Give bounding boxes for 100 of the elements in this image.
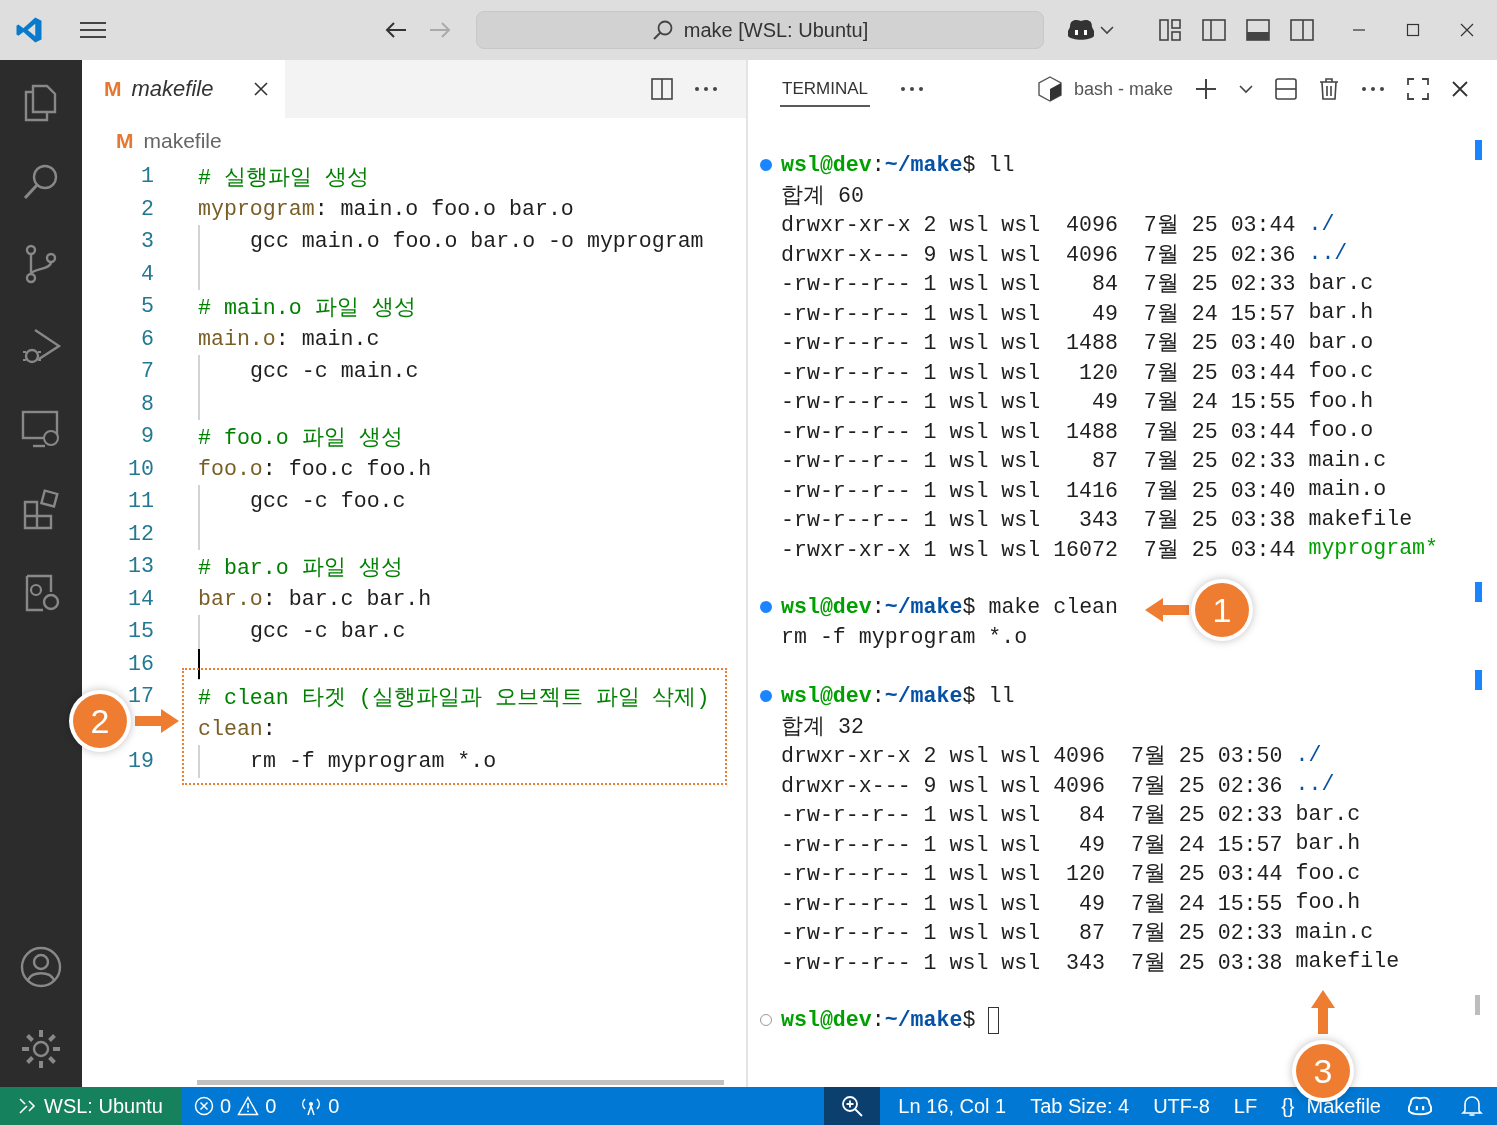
line-number: 12 — [128, 521, 154, 546]
more-icon[interactable] — [1361, 86, 1385, 92]
line-number: 3 — [141, 229, 154, 254]
command-center-search[interactable]: make [WSL: Ubuntu] — [476, 11, 1044, 49]
terminal-name[interactable]: bash - make — [1073, 78, 1173, 100]
file-name: ./ — [1295, 742, 1322, 767]
terminal-output: -rw-r--r-- 1 wsl wsl 1488 7월 25 03:40 — [781, 330, 1296, 357]
add-icon[interactable] — [1195, 78, 1217, 100]
code-comment: # foo.o 파일 생성 — [198, 424, 403, 451]
scrollbar-marker — [1475, 670, 1482, 690]
more-icon[interactable] — [694, 86, 718, 92]
terminal-output: -rwxr-xr-x 1 wsl wsl 16072 7월 25 03:44 — [781, 536, 1296, 563]
terminal-shell-icon — [1037, 76, 1062, 102]
layout-icon[interactable] — [1158, 18, 1182, 42]
terminal-output: -rw-r--r-- 1 wsl wsl 84 7월 25 02:33 — [781, 271, 1296, 298]
terminal-output: drwxr-xr-x 2 wsl wsl 4096 7월 25 03:50 — [781, 743, 1283, 770]
zoom-button[interactable] — [824, 1087, 881, 1125]
terminal-output: -rw-r--r-- 1 wsl wsl 120 7월 25 03:44 — [781, 359, 1296, 386]
code-comment: # main.o 파일 생성 — [198, 294, 416, 321]
scrollbar[interactable] — [197, 1080, 724, 1085]
remote-indicator[interactable]: WSL: Ubuntu — [0, 1087, 182, 1125]
indentation-setting[interactable]: Tab Size: 4 — [1018, 1094, 1142, 1118]
cursor-position[interactable]: Ln 16, Col 1 — [886, 1094, 1019, 1118]
line-number: 2 — [141, 196, 154, 221]
line-number: 15 — [128, 619, 154, 644]
terminal-output: -rw-r--r-- 1 wsl wsl 343 7월 25 03:38 — [781, 507, 1296, 534]
warning-icon — [237, 1096, 260, 1116]
file-name: foo.h — [1308, 388, 1374, 413]
code-comment: # bar.o 파일 생성 — [198, 554, 403, 581]
account-icon[interactable] — [19, 945, 63, 989]
secondary-sidebar-icon[interactable] — [1290, 18, 1314, 42]
makefile-icon: M — [104, 77, 122, 101]
close-icon[interactable] — [1451, 80, 1469, 98]
terminal-output: -rw-r--r-- 1 wsl wsl 84 7월 25 02:33 — [781, 802, 1283, 829]
scrollbar-marker — [1475, 140, 1482, 160]
scrollbar-marker — [1475, 582, 1482, 602]
callout-number: 2 — [73, 694, 127, 748]
code-line: rm -f myprogram *.o — [250, 749, 497, 774]
more-icon[interactable] — [899, 86, 924, 92]
maximize-icon[interactable] — [1406, 23, 1420, 37]
code-line: gcc -c bar.c — [250, 619, 406, 644]
back-arrow-icon[interactable] — [384, 20, 408, 40]
terminal-command: make clean — [988, 595, 1118, 620]
terminal-prompt: wsl@dev:~/make$ — [781, 1008, 976, 1033]
code-line: foo.o: foo.c foo.h — [198, 456, 432, 481]
line-number: 14 — [128, 586, 154, 611]
file-name: bar.c — [1295, 801, 1361, 826]
file-name: makefile — [1308, 506, 1413, 531]
line-number: 19 — [128, 749, 154, 774]
terminal-output: -rw-r--r-- 1 wsl wsl 120 7월 25 03:44 — [781, 861, 1283, 888]
file-name: foo.o — [1308, 418, 1374, 443]
terminal-output: -rw-r--r-- 1 wsl wsl 49 7월 24 15:55 — [781, 389, 1296, 416]
split-terminal-icon[interactable] — [1275, 78, 1297, 100]
callout-arrow — [1311, 990, 1335, 1034]
terminal-output: -rw-r--r-- 1 wsl wsl 49 7월 24 15:57 — [781, 300, 1296, 327]
scrollbar-marker — [1475, 995, 1480, 1015]
error-icon — [194, 1096, 214, 1116]
menu-icon[interactable] — [78, 20, 108, 40]
panel-tab[interactable]: TERMINAL — [780, 71, 870, 107]
extensions-icon[interactable] — [21, 488, 61, 532]
line-number: 1 — [141, 164, 154, 189]
caret-icon[interactable] — [1100, 25, 1114, 35]
copilot-icon[interactable] — [1066, 17, 1096, 43]
callout-number: 1 — [1195, 583, 1249, 637]
notification-bell-icon[interactable] — [1461, 1095, 1483, 1117]
line-number: 6 — [141, 326, 154, 351]
terminal-output: -rw-r--r-- 1 wsl wsl 343 7월 25 03:38 — [781, 949, 1283, 976]
line-number: 10 — [128, 456, 154, 481]
trash-icon[interactable] — [1319, 78, 1339, 100]
close-icon[interactable] — [253, 81, 269, 97]
file-name: ../ — [1295, 772, 1335, 797]
file-name: foo.h — [1295, 890, 1361, 915]
breadcrumb-item[interactable]: makefile — [143, 129, 222, 153]
callout-number: 3 — [1296, 1044, 1350, 1098]
terminal-command: ll — [988, 152, 1015, 177]
file-name: ./ — [1308, 211, 1335, 236]
code-line: bar.o: bar.c bar.h — [198, 586, 432, 611]
problems-indicator[interactable]: 0 0 — [182, 1094, 289, 1118]
file-name: bar.h — [1295, 831, 1361, 856]
terminal-output: drwxr-xr-x 2 wsl wsl 4096 7월 25 03:44 — [781, 212, 1296, 239]
editor-tab[interactable]: M makefile — [82, 60, 285, 118]
maximize-panel-icon[interactable] — [1407, 78, 1429, 100]
code-line: main.o: main.c — [198, 326, 380, 351]
terminal-output: -rw-r--r-- 1 wsl wsl 87 7월 25 02:33 — [781, 448, 1296, 475]
line-ending-setting[interactable]: LF — [1221, 1094, 1270, 1118]
code-line: gcc -c foo.c — [250, 489, 406, 514]
line-number: 8 — [141, 391, 154, 416]
caret-icon[interactable] — [1239, 84, 1253, 94]
split-editor-icon[interactable] — [650, 77, 674, 101]
terminal-output: -rw-r--r-- 1 wsl wsl 87 7월 25 02:33 — [781, 920, 1283, 947]
code-line: gcc -c main.c — [250, 359, 419, 384]
panel-toggle-icon[interactable] — [1246, 18, 1270, 42]
makefile-icon: M — [116, 129, 134, 153]
file-name: main.c — [1295, 919, 1374, 944]
encoding-setting[interactable]: UTF-8 — [1141, 1094, 1222, 1118]
file-name: myprogram* — [1308, 536, 1438, 561]
terminal-output: -rw-r--r-- 1 wsl wsl 49 7월 24 15:55 — [781, 890, 1283, 917]
ports-indicator[interactable]: 0 — [288, 1094, 352, 1118]
sidebar-toggle-icon[interactable] — [1202, 18, 1226, 42]
close-icon[interactable] — [1460, 23, 1474, 37]
